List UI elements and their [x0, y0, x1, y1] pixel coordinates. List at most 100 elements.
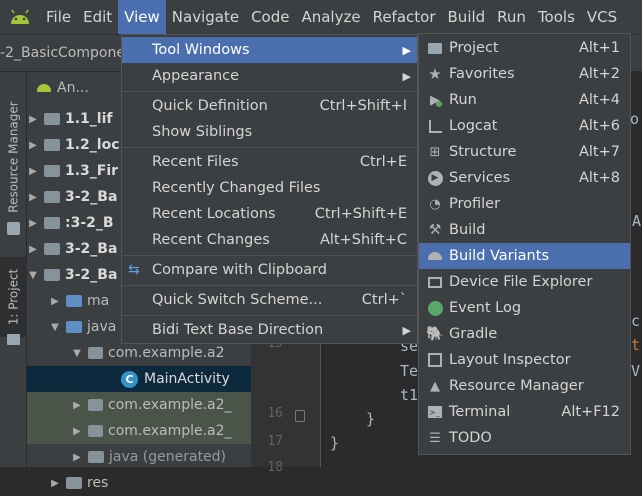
services-icon: ▶	[427, 170, 443, 186]
menu-item-build-variants[interactable]: Build Variants	[419, 243, 630, 269]
menu-item-quick-definition[interactable]: Quick Definition Ctrl+Shift+I	[122, 93, 417, 119]
android-icon	[37, 84, 51, 92]
menu-item-bidi-text-base-direction[interactable]: Bidi Text Base Direction ▶	[122, 317, 417, 343]
menu-edit[interactable]: Edit	[77, 0, 118, 34]
menu-item-terminal[interactable]: >_ Terminal Alt+F12	[419, 399, 630, 425]
code-line: Te	[400, 362, 419, 380]
submenu-arrow-icon: ▶	[402, 69, 411, 83]
menu-item-quick-switch-scheme[interactable]: Quick Switch Scheme... Ctrl+`	[122, 287, 417, 313]
menu-item-recent-files[interactable]: Recent Files Ctrl+E	[122, 149, 417, 175]
project-tab-icon	[7, 334, 20, 345]
menu-item-label: Logcat	[449, 118, 498, 134]
android-studio-logo-icon	[0, 9, 40, 25]
fold-marker-icon[interactable]	[295, 410, 305, 422]
menu-refactor[interactable]: Refactor	[367, 0, 442, 34]
menu-item-tool-windows[interactable]: Tool Windows ▶	[122, 37, 417, 63]
menu-item-structure[interactable]: ⊞ Structure Alt+7	[419, 139, 630, 165]
project-tab-label: 1: Project	[6, 268, 21, 326]
menu-item-layout-inspector[interactable]: Layout Inspector	[419, 347, 630, 373]
folder-icon	[88, 451, 104, 463]
tree-row-selected[interactable]: C MainActivity	[27, 366, 251, 392]
expand-arrow-icon[interactable]: ▶	[71, 400, 83, 411]
menu-vcs[interactable]: VCS	[581, 0, 623, 34]
android-icon	[427, 248, 443, 264]
menu-build[interactable]: Build	[442, 0, 492, 34]
breadcrumb[interactable]: -2_BasicCompone	[0, 45, 125, 61]
menu-item-recent-changes[interactable]: Recent Changes Alt+Shift+C	[122, 227, 417, 253]
menu-tools[interactable]: Tools	[532, 0, 581, 34]
menu-item-appearance[interactable]: Appearance ▶	[122, 63, 417, 89]
menu-item-build[interactable]: ⚒ Build	[419, 217, 630, 243]
menu-item-label: Build Variants	[449, 248, 549, 264]
menu-item-label: Recently Changed Files	[152, 180, 321, 196]
menu-item-gradle[interactable]: 🐘 Gradle	[419, 321, 630, 347]
collapse-arrow-icon[interactable]: ▼	[49, 322, 61, 333]
tree-row[interactable]: ▶ com.example.a2_	[27, 392, 251, 418]
expand-arrow-icon[interactable]: ▶	[27, 218, 39, 229]
resource-manager-icon	[7, 222, 20, 235]
terminal-icon: >_	[427, 404, 443, 420]
menu-item-label: Gradle	[449, 326, 498, 342]
menu-item-profiler[interactable]: ◔ Profiler	[419, 191, 630, 217]
menu-item-project[interactable]: Project Alt+1	[419, 35, 630, 61]
menu-item-services[interactable]: ▶ Services Alt+8	[419, 165, 630, 191]
menu-item-label: Quick Switch Scheme...	[152, 292, 323, 308]
menu-item-label: Services	[449, 170, 511, 186]
menu-item-recently-changed-files[interactable]: Recently Changed Files	[122, 175, 417, 201]
menu-item-show-siblings[interactable]: Show Siblings	[122, 119, 417, 145]
tree-row[interactable]: ▶ res	[27, 470, 251, 496]
expand-arrow-icon[interactable]: ▶	[27, 244, 39, 255]
tree-row[interactable]: ▶ com.example.a2_	[27, 418, 251, 444]
expand-arrow-icon[interactable]: ▶	[27, 114, 39, 125]
package-icon	[88, 347, 103, 359]
resource-manager-tab[interactable]: Resource Manager	[0, 92, 27, 222]
tree-row-label: 3-2_Ba	[65, 267, 118, 283]
menu-item-recent-locations[interactable]: Recent Locations Ctrl+Shift+E	[122, 201, 417, 227]
menu-item-todo[interactable]: ☰ TODO	[419, 425, 630, 451]
menu-item-shortcut: Alt+6	[578, 118, 620, 134]
menu-code[interactable]: Code	[245, 0, 295, 34]
project-tab[interactable]: 1: Project	[0, 257, 27, 337]
project-view-selector[interactable]: An...	[57, 80, 89, 96]
menu-item-shortcut: Ctrl+Shift+I	[319, 98, 407, 114]
expand-arrow-icon[interactable]: ▶	[71, 452, 83, 463]
tree-row-label: 1.1_lif	[65, 111, 113, 127]
logcat-icon	[427, 118, 443, 134]
menu-run[interactable]: Run	[491, 0, 532, 34]
menu-item-logcat[interactable]: Logcat Alt+6	[419, 113, 630, 139]
tree-row-label: java	[87, 319, 117, 335]
tree-row-label: ma	[87, 293, 110, 309]
menu-bar: File Edit View Navigate Code Analyze Ref…	[0, 0, 642, 34]
tree-row-label: MainActivity	[144, 371, 230, 387]
menu-item-compare-with-clipboard[interactable]: ⇆ Compare with Clipboard	[122, 257, 417, 283]
menu-view[interactable]: View	[118, 0, 166, 34]
menu-item-label: Profiler	[449, 196, 501, 212]
menu-navigate[interactable]: Navigate	[166, 0, 245, 34]
menu-item-label: Favorites	[449, 66, 515, 82]
hammer-icon: ⚒	[428, 222, 442, 238]
tree-row[interactable]: ▶ java (generated)	[27, 444, 251, 470]
menu-item-run[interactable]: ▶ Run Alt+4	[419, 87, 630, 113]
expand-arrow-icon[interactable]: ▶	[49, 296, 61, 307]
expand-arrow-icon[interactable]: ▶	[27, 192, 39, 203]
menu-file[interactable]: File	[40, 0, 77, 34]
folder-icon	[427, 40, 443, 56]
tree-row-label: java (generated)	[109, 449, 227, 465]
menu-item-label: Project	[449, 40, 499, 56]
expand-arrow-icon[interactable]: ▶	[49, 478, 61, 489]
folder-icon	[44, 191, 60, 203]
menu-analyze[interactable]: Analyze	[295, 0, 366, 34]
menu-item-label: Show Siblings	[152, 124, 253, 140]
menu-item-label: Compare with Clipboard	[152, 262, 328, 278]
collapse-arrow-icon[interactable]: ▼	[71, 348, 83, 359]
folder-icon	[44, 139, 60, 151]
menu-item-device-file-explorer[interactable]: Device File Explorer	[419, 269, 630, 295]
expand-arrow-icon[interactable]: ▶	[27, 140, 39, 151]
menu-item-favorites[interactable]: ★ Favorites Alt+2	[419, 61, 630, 87]
event-log-icon	[427, 300, 443, 316]
expand-arrow-icon[interactable]: ▶	[27, 166, 39, 177]
collapse-arrow-icon[interactable]: ▼	[27, 270, 39, 281]
menu-item-event-log[interactable]: Event Log	[419, 295, 630, 321]
menu-item-resource-manager[interactable]: ▲ Resource Manager	[419, 373, 630, 399]
expand-arrow-icon[interactable]: ▶	[71, 426, 83, 437]
